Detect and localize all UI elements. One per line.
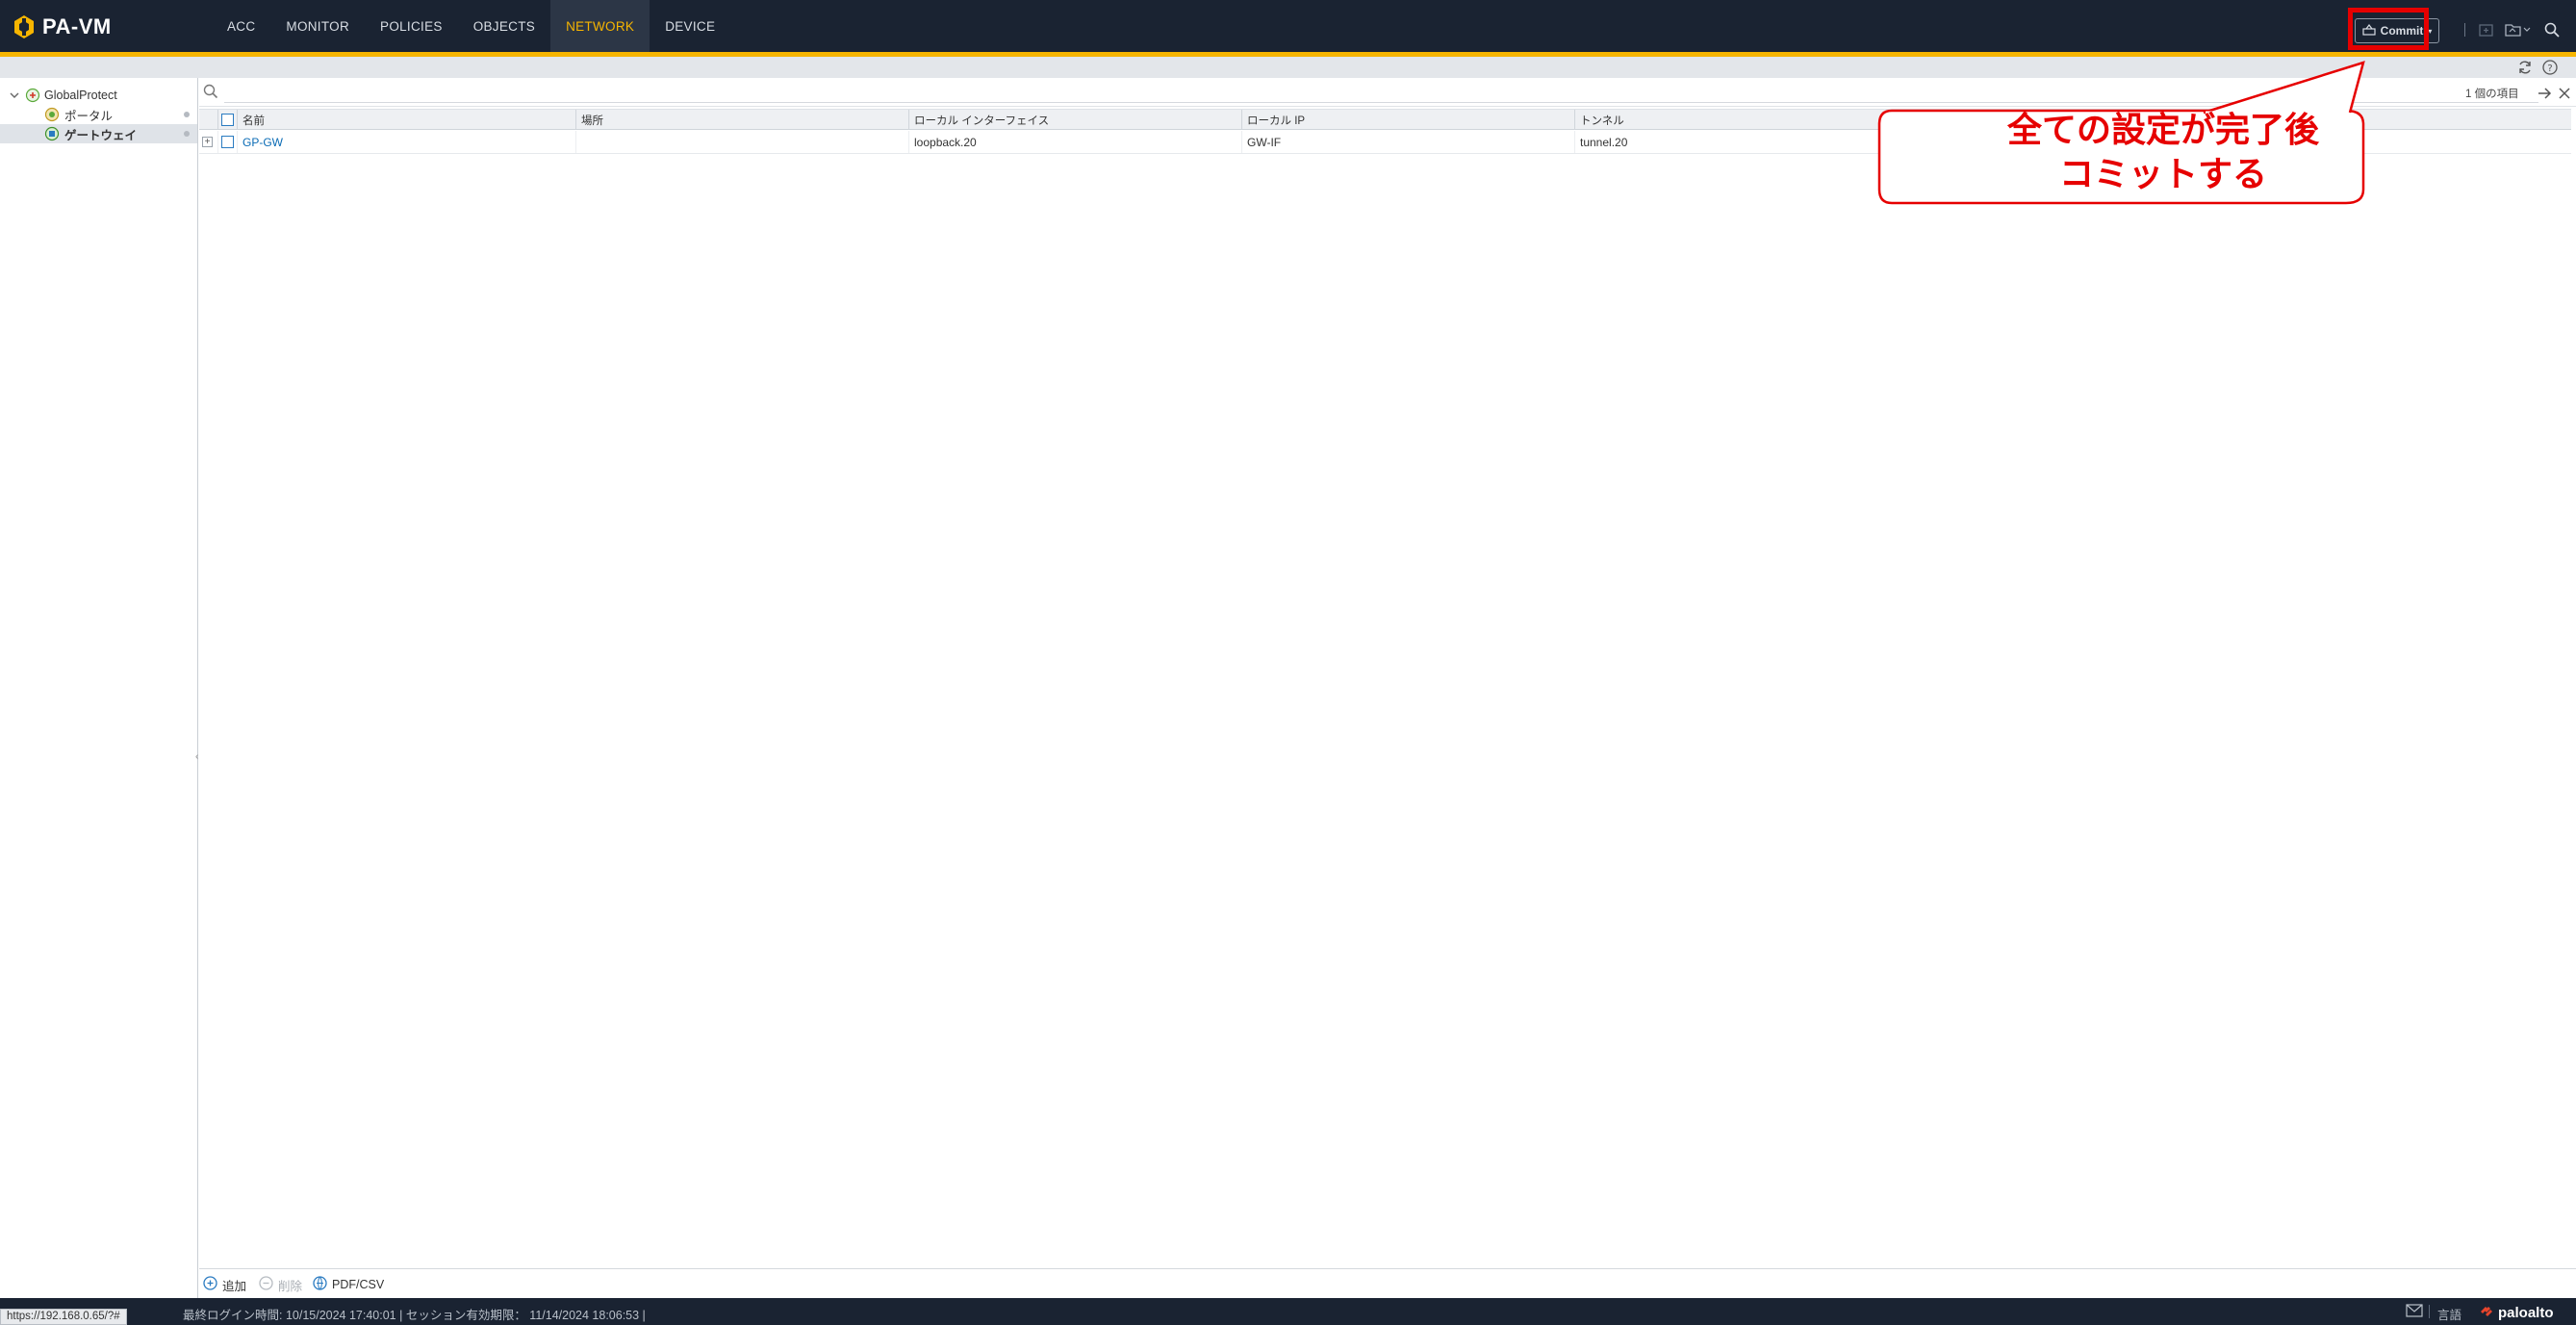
sidebar-root-label: GlobalProtect	[44, 89, 117, 102]
paloalto-logo-icon	[2479, 1303, 2494, 1322]
header-separator	[2464, 23, 2465, 37]
svg-text:?: ?	[2547, 64, 2552, 74]
delete-label: 削除	[278, 1279, 303, 1293]
delete-icon	[259, 1276, 273, 1293]
column-header-name[interactable]: 名前	[238, 110, 576, 130]
nav-objects[interactable]: OBJECTS	[458, 0, 550, 52]
refresh-icon[interactable]	[2516, 59, 2534, 76]
column-header-location[interactable]: 場所	[576, 110, 909, 130]
status-dot-icon	[184, 131, 190, 137]
cell-local-ip: GW-IF	[1242, 131, 1575, 153]
pa-logo-icon	[13, 14, 35, 39]
annotation-text: 全ての設定が完了後 コミットする	[1884, 108, 2442, 196]
help-icon[interactable]: ?	[2541, 59, 2559, 76]
sidebar-item-gateway[interactable]: ゲートウェイ	[0, 124, 197, 143]
nav-network[interactable]: NETWORK	[550, 0, 650, 52]
portal-icon	[44, 107, 60, 122]
header-expander-cell	[199, 110, 218, 130]
main-nav: ACC MONITOR POLICIES OBJECTS NETWORK DEV…	[212, 0, 730, 52]
globalprotect-icon	[25, 88, 40, 103]
nav-monitor[interactable]: MONITOR	[270, 0, 365, 52]
cell-name[interactable]: GP-GW	[238, 131, 576, 153]
annotation-line-2: コミットする	[2058, 154, 2267, 193]
expand-plus-icon[interactable]: +	[202, 137, 213, 147]
add-button[interactable]: 追加	[203, 1276, 246, 1293]
select-all-checkbox[interactable]	[221, 114, 234, 126]
status-url-tooltip: https://192.168.0.65/?#	[0, 1309, 127, 1325]
nav-device[interactable]: DEVICE	[650, 0, 730, 52]
search-icon[interactable]	[2541, 19, 2563, 40]
add-label: 追加	[222, 1279, 247, 1293]
header-checkbox-cell	[218, 110, 238, 130]
sidebar-item-label: ゲートウェイ	[64, 128, 138, 142]
nav-policies[interactable]: POLICIES	[365, 0, 458, 52]
sidebar-item-globalprotect[interactable]: GlobalProtect	[0, 86, 197, 105]
delete-button[interactable]: 削除	[259, 1276, 302, 1293]
filter-input[interactable]	[224, 82, 2538, 103]
row-checkbox-cell	[218, 131, 238, 153]
row-checkbox[interactable]	[221, 136, 234, 148]
status-separator	[2429, 1305, 2430, 1318]
paloalto-brand-text: paloalto	[2498, 1304, 2554, 1321]
arrow-right-icon[interactable]	[2536, 85, 2553, 102]
column-header-local-ip[interactable]: ローカル IP	[1242, 110, 1575, 130]
filter-bar: 1 個の項目	[199, 78, 2576, 107]
add-icon	[203, 1276, 217, 1293]
annotation-line-1: 全ての設定が完了後	[2006, 110, 2319, 149]
gateway-icon	[44, 126, 60, 141]
row-expander-cell: +	[199, 131, 218, 153]
mail-icon[interactable]	[2406, 1304, 2423, 1320]
app-title: PA-VM	[42, 14, 112, 38]
main-content: 1 個の項目 名前 場所 ローカル インターフェイス ローカル IP トンネル …	[199, 78, 2576, 1298]
top-header: PA-VM ACC MONITOR POLICIES OBJECTS NETWO…	[0, 0, 2576, 52]
search-icon	[203, 84, 220, 101]
paloalto-logo: paloalto	[2479, 1303, 2554, 1322]
status-bar: 最終ログイン時間: 10/15/2024 17:40:01 | セッション有効期…	[0, 1298, 2576, 1325]
action-bar: 追加 削除 PDF/CSV	[199, 1268, 2576, 1298]
app-logo[interactable]: PA-VM	[13, 13, 112, 40]
language-selector[interactable]: 言語	[2437, 1305, 2461, 1323]
nav-acc[interactable]: ACC	[212, 0, 270, 52]
session-status: 最終ログイン時間: 10/15/2024 17:40:01 | セッション有効期…	[183, 1309, 646, 1322]
close-icon[interactable]	[2556, 85, 2573, 102]
commit-highlight-box	[2348, 8, 2429, 50]
save-config-icon[interactable]	[2503, 19, 2532, 40]
chevron-down-icon[interactable]	[9, 89, 20, 101]
cell-location	[576, 131, 909, 153]
pdf-csv-button[interactable]: PDF/CSV	[313, 1276, 384, 1293]
sidebar: GlobalProtect ポータル ゲートウェイ ‹	[0, 78, 198, 1298]
sub-toolbar	[0, 57, 2576, 78]
pdf-csv-label: PDF/CSV	[332, 1278, 385, 1291]
cell-local-interface: loopback.20	[909, 131, 1242, 153]
status-dot-icon	[184, 112, 190, 117]
column-header-local-interface[interactable]: ローカル インターフェイス	[909, 110, 1242, 130]
config-lock-icon[interactable]	[2476, 19, 2497, 40]
sidebar-item-label: ポータル	[64, 109, 114, 123]
item-count: 1 個の項目	[2465, 89, 2519, 100]
sidebar-item-portal[interactable]: ポータル	[0, 105, 197, 124]
export-icon	[313, 1276, 327, 1293]
